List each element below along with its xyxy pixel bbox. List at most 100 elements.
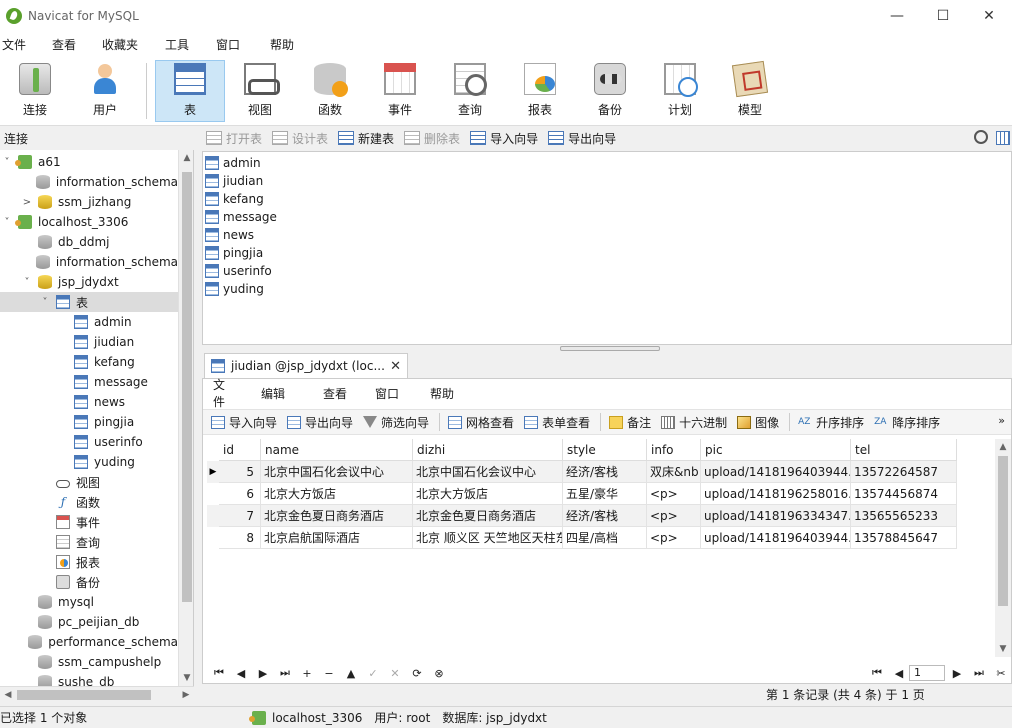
expand-toggle-icon[interactable]: ˅ bbox=[2, 217, 12, 228]
tree-item[interactable]: pingjia bbox=[0, 412, 178, 432]
export-wizard-button[interactable]: 导出向导 bbox=[287, 414, 353, 431]
cell-dizhi[interactable]: 北京大方饭店 bbox=[413, 483, 563, 505]
last-page-button[interactable]: ⏭ bbox=[969, 666, 989, 680]
table-object-item[interactable]: kefang bbox=[205, 190, 264, 208]
tool-icon[interactable]: ✂ bbox=[991, 667, 1011, 680]
tree-vertical-scrollbar[interactable]: ▲ ▼ bbox=[178, 150, 193, 686]
cell-pic[interactable]: upload/1418196258016.jp bbox=[701, 483, 851, 505]
tree-item[interactable]: db_ddmj bbox=[0, 232, 178, 252]
tree-item[interactable]: ˅ localhost_3306 bbox=[0, 212, 178, 232]
tree-item[interactable]: pc_peijian_db bbox=[0, 612, 178, 632]
import-wizard-button[interactable]: 导入向导 bbox=[211, 414, 277, 431]
table-object-item[interactable]: message bbox=[205, 208, 277, 226]
cell-id[interactable]: 7 bbox=[219, 505, 261, 527]
discard-changes-button[interactable]: ✕ bbox=[385, 667, 405, 680]
toolbar-user-button[interactable]: 用户 bbox=[70, 60, 140, 122]
previous-page-button[interactable]: ◀ bbox=[889, 667, 909, 680]
scroll-up-icon[interactable]: ▲ bbox=[995, 439, 1011, 455]
scroll-right-icon[interactable]: ▶ bbox=[178, 687, 194, 703]
scrollbar-thumb[interactable] bbox=[182, 172, 192, 602]
scrollbar-thumb[interactable] bbox=[998, 456, 1008, 606]
inner-menu-window[interactable]: 窗口 bbox=[365, 385, 420, 402]
expand-toggle-icon[interactable]: ˅ bbox=[2, 157, 12, 168]
minimize-button[interactable]: — bbox=[874, 0, 920, 32]
table-object-item[interactable]: news bbox=[205, 226, 254, 244]
cell-dizhi[interactable]: 北京中国石化会议中心 bbox=[413, 461, 563, 483]
edit-record-button[interactable]: ▲ bbox=[341, 667, 361, 680]
cell-tel[interactable]: 13572264587 bbox=[851, 461, 957, 483]
table-object-item[interactable]: yuding bbox=[205, 280, 264, 298]
tree-item[interactable]: message bbox=[0, 372, 178, 392]
tree-item[interactable]: 视图 bbox=[0, 472, 178, 492]
cell-info[interactable]: <p> bbox=[647, 527, 701, 549]
tree-item[interactable]: ˅ 表 bbox=[0, 292, 178, 312]
cell-pic[interactable]: upload/1418196403944.jp bbox=[701, 461, 851, 483]
menu-help[interactable]: 帮助 bbox=[268, 36, 318, 53]
close-tab-icon[interactable]: ✕ bbox=[390, 359, 401, 374]
splitter-grip[interactable] bbox=[560, 346, 660, 351]
inner-menu-file[interactable]: 文件 bbox=[203, 376, 251, 410]
tree-item[interactable]: performance_schema bbox=[0, 632, 178, 652]
cell-style[interactable]: 经济/客栈 bbox=[563, 461, 647, 483]
next-record-button[interactable]: ▶ bbox=[253, 667, 273, 680]
toolbar-connection-button[interactable]: 连接 bbox=[0, 60, 70, 122]
table-object-item[interactable]: userinfo bbox=[205, 262, 272, 280]
first-page-button[interactable]: ⏮ bbox=[867, 666, 887, 680]
column-header-pic[interactable]: pic bbox=[701, 439, 851, 461]
column-header-info[interactable]: info bbox=[647, 439, 701, 461]
tree-item[interactable]: sushe_db bbox=[0, 672, 178, 686]
cell-style[interactable]: 五星/豪华 bbox=[563, 483, 647, 505]
toolbar-view-button[interactable]: 视图 bbox=[225, 60, 295, 122]
cell-name[interactable]: 北京大方饭店 bbox=[261, 483, 413, 505]
expand-toggle-icon[interactable]: ˅ bbox=[22, 277, 32, 288]
import-wizard-button[interactable]: 导入向导 bbox=[470, 130, 538, 147]
design-table-button[interactable]: 设计表 bbox=[272, 130, 328, 147]
toolbar-query-button[interactable]: 查询 bbox=[435, 60, 505, 122]
cell-id[interactable]: 5 bbox=[219, 461, 261, 483]
hex-button[interactable]: 十六进制 bbox=[661, 414, 727, 431]
tree-item[interactable]: 查询 bbox=[0, 532, 178, 552]
table-object-item[interactable]: pingjia bbox=[205, 244, 263, 262]
cell-tel[interactable]: 13574456874 bbox=[851, 483, 957, 505]
grid-view-button[interactable]: 网格查看 bbox=[448, 414, 514, 431]
tree-item[interactable]: jiudian bbox=[0, 332, 178, 352]
menu-window[interactable]: 窗口 bbox=[214, 36, 268, 53]
toolbar-event-button[interactable]: 事件 bbox=[365, 60, 435, 122]
tree-item[interactable]: mysql bbox=[0, 592, 178, 612]
cell-style[interactable]: 四星/高档 bbox=[563, 527, 647, 549]
cell-pic[interactable]: upload/1418196403944.jp bbox=[701, 527, 851, 549]
column-header-dizhi[interactable]: dizhi bbox=[413, 439, 563, 461]
toolbar-table-button[interactable]: 表 bbox=[155, 59, 225, 122]
cell-name[interactable]: 北京金色夏日商务酒店 bbox=[261, 505, 413, 527]
form-view-button[interactable]: 表单查看 bbox=[524, 414, 590, 431]
cell-pic[interactable]: upload/1418196334347.jp bbox=[701, 505, 851, 527]
add-record-button[interactable]: + bbox=[297, 667, 317, 680]
scrollbar-thumb[interactable] bbox=[17, 690, 151, 700]
page-number-input[interactable]: 1 bbox=[909, 665, 945, 681]
menu-file[interactable]: 文件 bbox=[0, 36, 50, 53]
cell-dizhi[interactable]: 北京 顺义区 天竺地区天柱东 bbox=[413, 527, 563, 549]
expand-toggle-icon[interactable]: ˅ bbox=[40, 297, 50, 308]
tab-jiudian[interactable]: jiudian @jsp_jdydxt (loc... ✕ bbox=[204, 353, 408, 378]
cell-info[interactable]: <p> bbox=[647, 483, 701, 505]
column-header-id[interactable]: id bbox=[219, 439, 261, 461]
previous-record-button[interactable]: ◀ bbox=[231, 667, 251, 680]
memo-button[interactable]: 备注 bbox=[609, 414, 651, 431]
inner-menu-edit[interactable]: 编辑 bbox=[251, 385, 313, 402]
cell-name[interactable]: 北京中国石化会议中心 bbox=[261, 461, 413, 483]
inner-menu-view[interactable]: 查看 bbox=[313, 385, 365, 402]
menu-view[interactable]: 查看 bbox=[50, 36, 100, 53]
cell-info[interactable]: 双床&nb bbox=[647, 461, 701, 483]
cell-style[interactable]: 经济/客栈 bbox=[563, 505, 647, 527]
grid-vertical-scrollbar[interactable]: ▲ ▼ bbox=[995, 439, 1011, 657]
column-header-tel[interactable]: tel bbox=[851, 439, 957, 461]
tree-item[interactable]: admin bbox=[0, 312, 178, 332]
tree-item[interactable]: 备份 bbox=[0, 572, 178, 592]
new-table-button[interactable]: 新建表 bbox=[338, 130, 394, 147]
toolbar-overflow-icon[interactable]: » bbox=[998, 414, 1005, 427]
menu-tools[interactable]: 工具 bbox=[163, 36, 214, 53]
cell-info[interactable]: <p> bbox=[647, 505, 701, 527]
grid-layout-icon[interactable] bbox=[996, 131, 1010, 145]
menu-favorites[interactable]: 收藏夹 bbox=[100, 36, 163, 53]
tree-item[interactable]: 报表 bbox=[0, 552, 178, 572]
